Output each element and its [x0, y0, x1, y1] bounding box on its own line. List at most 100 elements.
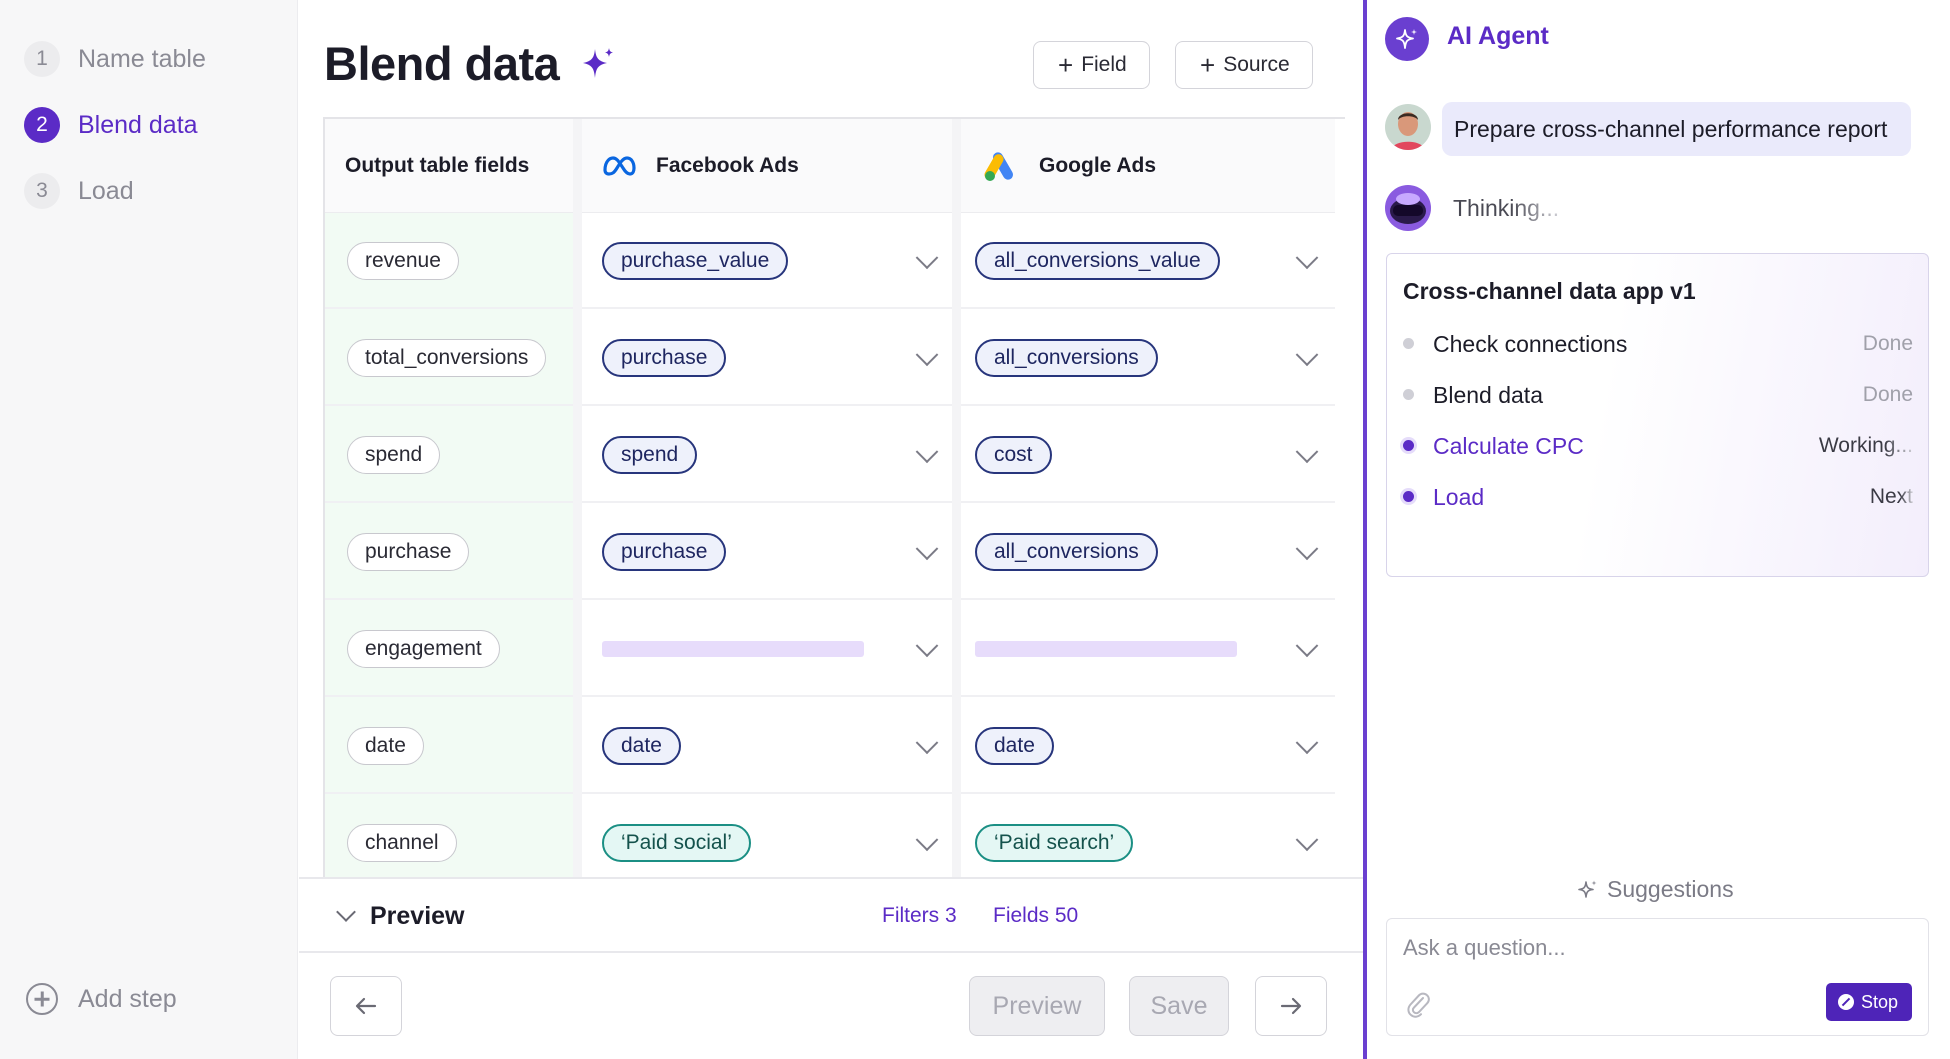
output-field-chip[interactable]: spend [347, 436, 441, 474]
facebook-mapping-cell[interactable]: date [582, 698, 952, 794]
chevron-down-icon[interactable] [1295, 634, 1319, 658]
facebook-field-chip[interactable]: purchase_value [602, 242, 789, 280]
google-field-chip[interactable]: all_conversions [975, 533, 1158, 571]
add-step-button[interactable]: Add step [26, 983, 177, 1015]
step-name-table[interactable]: 1 Name table [24, 39, 206, 79]
back-button[interactable] [330, 976, 402, 1036]
plan-item[interactable]: Calculate CPC Working... [1403, 426, 1913, 466]
output-field-chip[interactable]: date [347, 727, 424, 765]
suggestions-button[interactable]: Suggestions [1577, 876, 1734, 903]
facebook-field-chip[interactable]: ‘Paid social’ [602, 824, 751, 862]
user-message: Prepare cross-channel performance report [1442, 102, 1912, 156]
row-divider [961, 598, 1335, 600]
chevron-down-icon[interactable] [915, 731, 939, 755]
facebook-mapping-cell[interactable]: purchase_value [582, 213, 952, 309]
step-label: Load [78, 176, 134, 205]
stop-icon [1837, 994, 1854, 1010]
ai-agent-icon [1385, 17, 1429, 61]
chevron-down-icon[interactable] [915, 343, 939, 367]
page-title: Blend data [324, 37, 560, 90]
step-label: Blend data [78, 110, 198, 139]
plan-item[interactable]: Blend data Done [1403, 375, 1913, 415]
chevron-down-icon[interactable] [915, 440, 939, 464]
output-field-chip[interactable]: revenue [347, 242, 459, 280]
filters-link[interactable]: Filters 3 [882, 904, 957, 928]
google-field-chip[interactable]: all_conversions [975, 339, 1158, 377]
header-label: Facebook Ads [656, 153, 799, 177]
plan-card: Cross-channel data app v1 Check connecti… [1386, 253, 1929, 577]
header-label: Output table fields [345, 153, 530, 177]
google-mapping-cell[interactable]: all_conversions [961, 310, 1335, 406]
facebook-mapping-cell[interactable]: purchase [582, 310, 952, 406]
row-divider [582, 501, 952, 503]
facebook-mapping-cell[interactable]: purchase [582, 504, 952, 600]
row-divider [582, 695, 952, 697]
chat-input-box: Stop [1386, 918, 1929, 1036]
row-divider [961, 695, 1335, 697]
google-mapping-cell[interactable] [961, 601, 1335, 697]
google-field-chip[interactable]: date [975, 727, 1054, 765]
row-divider [325, 501, 573, 503]
user-avatar [1385, 104, 1431, 150]
google-mapping-cell[interactable]: all_conversions [961, 504, 1335, 600]
plan-item[interactable]: Check connections Done [1403, 324, 1913, 364]
next-button[interactable] [1255, 976, 1327, 1036]
suggestions-label: Suggestions [1607, 876, 1734, 902]
chevron-down-icon[interactable] [1295, 537, 1319, 561]
output-field-chip[interactable]: channel [347, 824, 457, 862]
row-divider [961, 501, 1335, 503]
add-field-button[interactable]: + Field [1033, 41, 1150, 89]
chevron-down-icon[interactable] [915, 537, 939, 561]
facebook-mapping-cell[interactable]: spend [582, 407, 952, 503]
add-source-button[interactable]: + Source [1175, 41, 1313, 89]
google-mapping-cell[interactable]: all_conversions_value [961, 213, 1335, 309]
save-button[interactable]: Save [1129, 976, 1229, 1036]
chevron-down-icon[interactable] [1295, 731, 1319, 755]
preview-button[interactable]: Preview [969, 976, 1105, 1036]
row-divider [325, 404, 573, 406]
row-divider [582, 792, 952, 794]
sparkle-icon [583, 48, 613, 78]
google-mapping-cell[interactable]: cost [961, 407, 1335, 503]
chevron-down-icon[interactable] [1295, 246, 1319, 270]
google-field-chip[interactable]: ‘Paid search’ [975, 824, 1134, 862]
chevron-down-icon[interactable] [1295, 343, 1319, 367]
row-divider [325, 792, 573, 794]
plan-item-status: Done [1862, 332, 1913, 355]
google-mapping-cell[interactable]: ‘Paid search’ [961, 795, 1335, 877]
google-mapping-cell[interactable]: date [961, 698, 1335, 794]
table-row: engagement [325, 601, 1345, 697]
chevron-down-icon[interactable] [915, 634, 939, 658]
preview-title[interactable]: Preview [370, 902, 465, 931]
facebook-field-chip[interactable]: purchase [602, 339, 727, 377]
table-row: channel ‘Paid social’ ‘Paid search’ [325, 795, 1345, 877]
plan-item-label: Load [1433, 484, 1485, 510]
google-field-chip[interactable]: all_conversions_value [975, 242, 1220, 280]
chevron-down-icon[interactable] [915, 828, 939, 852]
ask-question-input[interactable] [1403, 935, 1903, 961]
chevron-down-icon[interactable] [1295, 828, 1319, 852]
chevron-down-icon[interactable] [336, 902, 356, 922]
facebook-field-chip[interactable]: purchase [602, 533, 727, 571]
facebook-mapping-cell[interactable] [582, 601, 952, 697]
fields-link[interactable]: Fields 50 [993, 904, 1078, 928]
paperclip-icon[interactable] [1405, 989, 1431, 1019]
output-field-chip[interactable]: engagement [347, 630, 500, 668]
plan-item[interactable]: Load Next [1403, 477, 1913, 517]
agent-avatar [1385, 185, 1431, 231]
step-load[interactable]: 3 Load [24, 171, 134, 211]
stop-button[interactable]: Stop [1825, 983, 1912, 1021]
step-blend-data[interactable]: 2 Blend data [24, 105, 198, 145]
output-field-chip[interactable]: purchase [347, 533, 470, 571]
plan-item-label: Blend data [1433, 382, 1543, 408]
facebook-field-chip[interactable]: spend [602, 436, 698, 474]
add-field-label: Field [1081, 53, 1127, 76]
chevron-down-icon[interactable] [915, 246, 939, 270]
table-row: purchase purchase all_conversions [325, 504, 1345, 600]
chevron-down-icon[interactable] [1295, 440, 1319, 464]
facebook-field-chip[interactable]: date [602, 727, 681, 765]
google-field-chip[interactable]: cost [975, 436, 1052, 474]
output-field-chip[interactable]: total_conversions [347, 339, 547, 377]
facebook-mapping-cell[interactable]: ‘Paid social’ [582, 795, 952, 877]
preview-bar: Preview Filters 3 Fields 50 [299, 877, 1363, 953]
